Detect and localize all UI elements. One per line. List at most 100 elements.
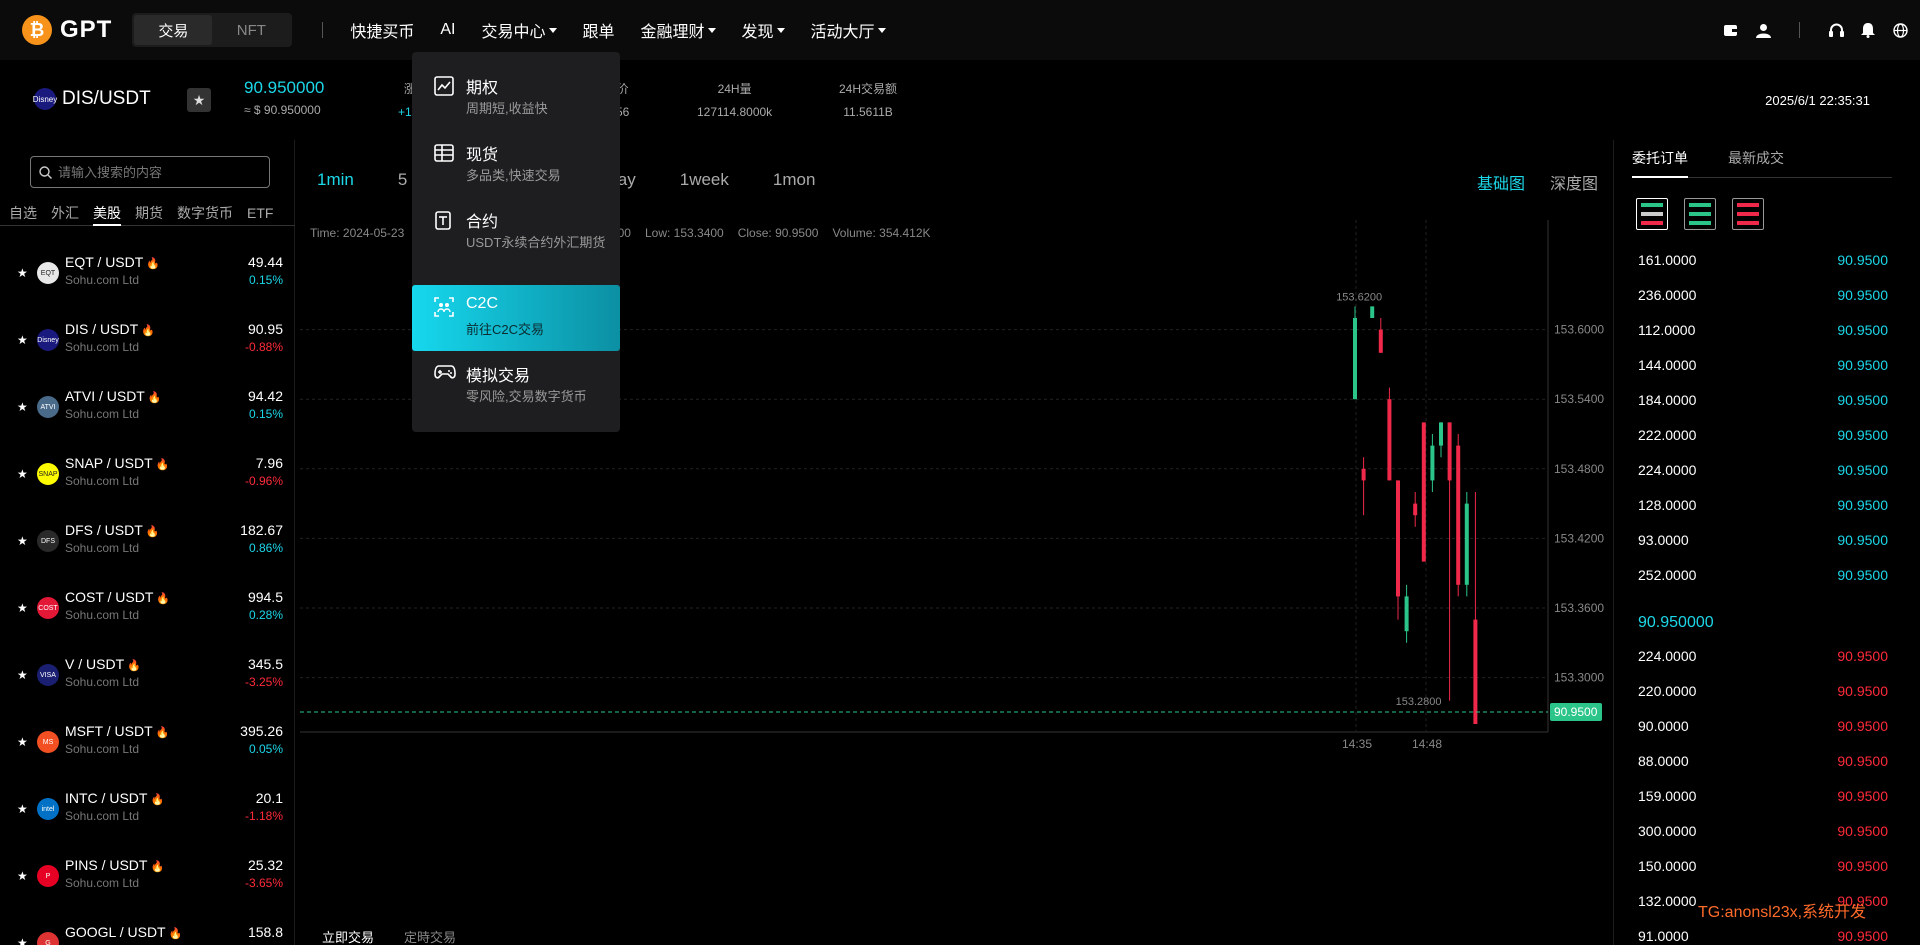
star-icon[interactable]: ★ bbox=[17, 668, 28, 682]
market-row[interactable]: ★ intel INTC / USDT 🔥 Sohu.com Ltd 20.1 -1.18% bbox=[0, 782, 295, 849]
category-tab[interactable]: 期货 bbox=[135, 200, 163, 226]
headset-icon[interactable] bbox=[1828, 22, 1844, 38]
category-tab[interactable]: ETF bbox=[247, 200, 273, 226]
nav-events[interactable]: 活动大厅 bbox=[811, 18, 886, 42]
search-input[interactable] bbox=[58, 164, 258, 180]
dropdown-item[interactable]: 模拟交易 零风险,交易数字货币 bbox=[412, 352, 620, 414]
orderbook-row[interactable]: 88.0000 90.9500 bbox=[1638, 743, 1888, 778]
market-panel: 自选外汇美股期货数字货币ETF ★EQTEQT / USDT🔥Sohu.com … bbox=[0, 140, 295, 945]
star-icon[interactable]: ★ bbox=[17, 601, 28, 615]
market-row[interactable]: ★ P PINS / USDT 🔥 Sohu.com Ltd 25.32 -3.65% bbox=[0, 849, 295, 916]
tab-orders[interactable]: 委托订单 bbox=[1632, 148, 1688, 178]
orderbook-row[interactable]: 150.0000 90.9500 bbox=[1638, 848, 1888, 883]
market-row[interactable]: ★ EQT EQT / USDT 🔥 Sohu.com Ltd 49.44 0.15% bbox=[0, 246, 295, 313]
category-tab[interactable]: 美股 bbox=[93, 200, 121, 226]
globe-icon[interactable] bbox=[1892, 22, 1908, 38]
nav-discover[interactable]: 发现 bbox=[742, 18, 785, 42]
orderbook-row[interactable]: 144.0000 90.9500 bbox=[1638, 347, 1888, 382]
star-icon[interactable]: ★ bbox=[17, 333, 28, 347]
favorite-star-button[interactable]: ★ bbox=[187, 88, 211, 112]
dropdown-item[interactable]: 合约 USDT永续合约外汇期货 bbox=[412, 198, 620, 280]
orderbook-row[interactable]: 112.0000 90.9500 bbox=[1638, 312, 1888, 347]
tab-latest-trades[interactable]: 最新成交 bbox=[1728, 148, 1784, 178]
orderbook-row[interactable]: 236.0000 90.9500 bbox=[1638, 277, 1888, 312]
nav-trade-center[interactable]: 交易中心 bbox=[481, 18, 557, 42]
market-row[interactable]: ★ COST COST / USDT 🔥 Sohu.com Ltd 994.5 0.28% bbox=[0, 581, 295, 648]
star-icon[interactable]: ★ bbox=[17, 266, 28, 280]
star-icon[interactable]: ★ bbox=[17, 735, 28, 749]
star-icon[interactable]: ★ bbox=[17, 467, 28, 481]
orderbook-row[interactable]: 161.0000 90.9500 bbox=[1638, 242, 1888, 277]
stock-logo: EQT bbox=[37, 262, 59, 284]
star-icon[interactable]: ★ bbox=[17, 802, 28, 816]
orderbook-row[interactable]: 93.0000 90.9500 bbox=[1638, 522, 1888, 557]
orderbook-row[interactable]: 220.0000 90.9500 bbox=[1638, 673, 1888, 708]
nav-ai[interactable]: AI bbox=[440, 21, 455, 39]
orderbook-row[interactable]: 128.0000 90.9500 bbox=[1638, 487, 1888, 522]
market-row[interactable]: ★ DFS DFS / USDT 🔥 Sohu.com Ltd 182.67 0.86% bbox=[0, 514, 295, 581]
orderbook-row[interactable]: 184.0000 90.9500 bbox=[1638, 382, 1888, 417]
tab-depth-chart[interactable]: 深度图 bbox=[1550, 170, 1598, 194]
nav-quick-buy[interactable]: 快捷买币 bbox=[350, 18, 414, 42]
orderbook-row[interactable]: 252.0000 90.9500 bbox=[1638, 557, 1888, 592]
segment-trade[interactable]: 交易 bbox=[134, 15, 213, 45]
interval-tab[interactable]: 1week bbox=[680, 170, 729, 190]
order-price: 90.9500 bbox=[1837, 286, 1888, 303]
order-amount: 252.0000 bbox=[1638, 566, 1697, 583]
row-price: 7.96 bbox=[255, 455, 283, 471]
segment-nft[interactable]: NFT bbox=[212, 15, 290, 45]
caret-down-icon bbox=[548, 27, 557, 33]
orderbook-asks: 161.0000 90.9500 236.0000 90.9500 112.0000 90… bbox=[1638, 242, 1888, 592]
star-icon[interactable]: ★ bbox=[17, 534, 28, 548]
interval-tab[interactable]: 5 bbox=[398, 170, 407, 190]
order-amount: 91.0000 bbox=[1638, 927, 1689, 944]
orderbook-row[interactable]: 90.0000 90.9500 bbox=[1638, 708, 1888, 743]
row-symbol: V / USDT 🔥 bbox=[65, 656, 141, 672]
tab-instant-trade[interactable]: 立即交易 bbox=[322, 927, 374, 945]
row-price: 20.1 bbox=[255, 790, 283, 806]
nav-copy-trade[interactable]: 跟单 bbox=[583, 18, 615, 42]
category-tab[interactable]: 外汇 bbox=[51, 200, 79, 226]
stock-logo: MS bbox=[37, 731, 59, 753]
order-amount: 222.0000 bbox=[1638, 426, 1697, 443]
orderbook-row[interactable]: 222.0000 90.9500 bbox=[1638, 417, 1888, 452]
wallet-icon[interactable] bbox=[1723, 22, 1739, 38]
interval-tab[interactable]: 1min bbox=[317, 170, 354, 190]
market-list: ★ EQT EQT / USDT 🔥 Sohu.com Ltd 49.44 0.15% ★ Di… bbox=[0, 246, 295, 945]
dropdown-item[interactable]: 现货 多品类,快速交易 bbox=[412, 131, 620, 193]
user-icon[interactable] bbox=[1755, 22, 1771, 38]
bids-view-icon[interactable] bbox=[1684, 198, 1716, 230]
order-price: 90.9500 bbox=[1837, 391, 1888, 408]
orderbook-row[interactable]: 91.0000 90.9500 bbox=[1638, 918, 1888, 945]
bell-icon[interactable] bbox=[1860, 22, 1876, 38]
brand-logo[interactable]: ₿ GPT bbox=[22, 15, 112, 45]
orderbook-row[interactable]: 224.0000 90.9500 bbox=[1638, 452, 1888, 487]
tab-basic-chart[interactable]: 基础图 bbox=[1477, 170, 1525, 194]
nav-finance[interactable]: 金融理财 bbox=[641, 18, 716, 42]
market-row[interactable]: ★GGOOGL / USDT🔥Sohu.com Ltd158.8 bbox=[0, 916, 295, 945]
category-tab[interactable]: 自选 bbox=[9, 200, 37, 226]
orderbook-row[interactable]: 159.0000 90.9500 bbox=[1638, 778, 1888, 813]
market-row[interactable]: ★ SNAP SNAP / USDT 🔥 Sohu.com Ltd 7.96 -0.96% bbox=[0, 447, 295, 514]
market-row[interactable]: ★ Disney DIS / USDT 🔥 Sohu.com Ltd 90.95 -0.88… bbox=[0, 313, 295, 380]
row-symbol: MSFT / USDT 🔥 bbox=[65, 723, 169, 739]
star-icon[interactable]: ★ bbox=[17, 936, 28, 945]
row-change: 0.28% bbox=[248, 608, 283, 622]
market-row[interactable]: ★ MS MSFT / USDT 🔥 Sohu.com Ltd 395.26 0.05% bbox=[0, 715, 295, 782]
candle-body bbox=[1439, 422, 1443, 446]
x-tick-label: 14:48 bbox=[1412, 737, 1442, 751]
pair-selector[interactable]: Disney DIS/USDT bbox=[33, 88, 151, 110]
orderbook-row[interactable]: 300.0000 90.9500 bbox=[1638, 813, 1888, 848]
star-icon[interactable]: ★ bbox=[17, 400, 28, 414]
asks-view-icon[interactable] bbox=[1732, 198, 1764, 230]
dropdown-item[interactable]: 期权 周期短,收益快 bbox=[412, 64, 620, 126]
market-row[interactable]: ★ ATVI ATVI / USDT 🔥 Sohu.com Ltd 94.42 0.15% bbox=[0, 380, 295, 447]
star-icon[interactable]: ★ bbox=[17, 869, 28, 883]
interval-tab[interactable]: 1mon bbox=[773, 170, 816, 190]
orderbook-row[interactable]: 224.0000 90.9500 bbox=[1638, 638, 1888, 673]
market-row[interactable]: ★ VISA V / USDT 🔥 Sohu.com Ltd 345.5 -3.25% bbox=[0, 648, 295, 715]
dropdown-item[interactable]: C2C 前往C2C交易 bbox=[412, 285, 620, 351]
tab-scheduled-trade[interactable]: 定時交易 bbox=[404, 927, 456, 945]
both-sides-view-icon[interactable] bbox=[1636, 198, 1668, 230]
category-tab[interactable]: 数字货币 bbox=[177, 200, 233, 226]
